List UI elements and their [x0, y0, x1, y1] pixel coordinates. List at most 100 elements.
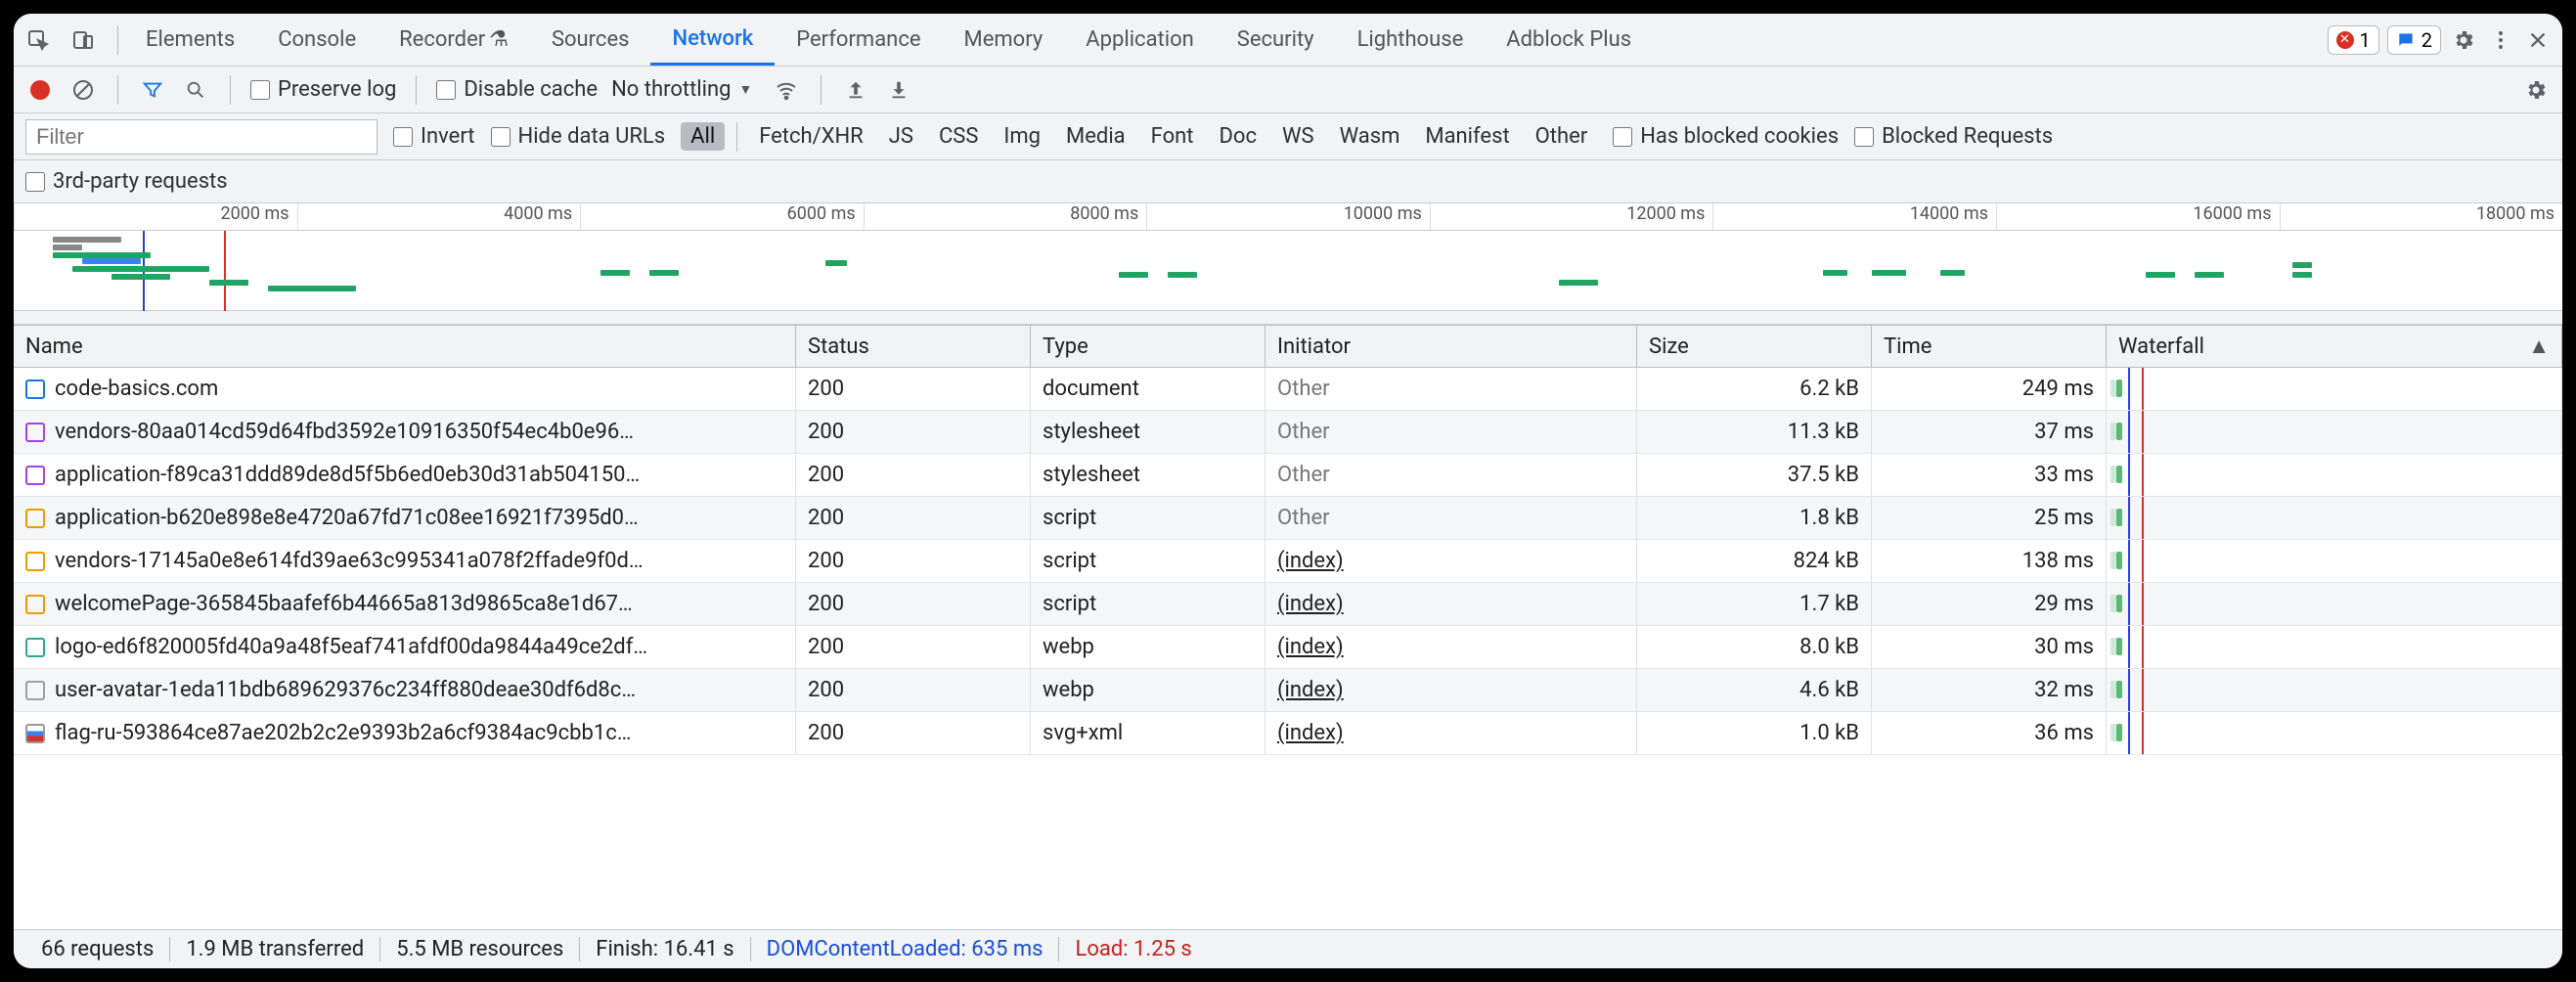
table-row[interactable]: application-b620e898e8e4720a67fd71c08ee1…	[14, 497, 2562, 540]
network-toolbar: Preserve log Disable cache No throttling…	[14, 67, 2562, 113]
third-party-checkbox[interactable]: 3rd-party requests	[25, 169, 228, 194]
tab-console[interactable]: Console	[256, 14, 378, 66]
request-initiator[interactable]: (index)	[1266, 540, 1637, 582]
request-size: 4.6 kB	[1637, 669, 1872, 711]
request-initiator: Other	[1266, 411, 1637, 453]
request-status: 200	[796, 712, 1031, 754]
tab-elements[interactable]: Elements	[124, 14, 256, 66]
clear-icon[interactable]	[68, 75, 98, 105]
request-initiator: Other	[1266, 454, 1637, 496]
status-load: Load: 1.25 s	[1059, 937, 1207, 961]
download-har-icon[interactable]	[884, 75, 913, 105]
tab-memory[interactable]: Memory	[943, 14, 1065, 66]
type-filter-js[interactable]: JS	[879, 122, 923, 151]
timeline-tick: 2000 ms	[14, 203, 297, 230]
network-conditions-icon[interactable]	[772, 75, 801, 105]
type-filter-manifest[interactable]: Manifest	[1415, 122, 1519, 151]
network-filter-bar: Invert Hide data URLs All Fetch/XHRJSCSSI…	[14, 113, 2562, 160]
request-initiator[interactable]: (index)	[1266, 626, 1637, 668]
throttling-select[interactable]: No throttling ▼	[611, 77, 758, 102]
file-icon	[25, 681, 45, 700]
col-time[interactable]: Time	[1872, 326, 2107, 367]
file-icon	[25, 724, 45, 743]
chevron-down-icon: ▼	[738, 81, 752, 98]
tab-sources[interactable]: Sources	[530, 14, 651, 66]
tab-security[interactable]: Security	[1216, 14, 1336, 66]
device-toggle-icon[interactable]	[68, 25, 98, 55]
table-row[interactable]: user-avatar-1eda11bdb689629376c234ff880d…	[14, 669, 2562, 712]
disable-cache-checkbox[interactable]: Disable cache	[436, 77, 598, 102]
type-filter-font[interactable]: Font	[1141, 122, 1204, 151]
status-resources: 5.5 MB resources	[380, 937, 580, 961]
request-initiator: Other	[1266, 368, 1637, 410]
has-blocked-cookies-checkbox[interactable]: Has blocked cookies	[1613, 124, 1839, 149]
close-icon[interactable]	[2523, 25, 2553, 55]
inspect-icon[interactable]	[23, 25, 53, 55]
col-size[interactable]: Size	[1637, 326, 1872, 367]
type-filter-other[interactable]: Other	[1526, 122, 1598, 151]
col-initiator[interactable]: Initiator	[1266, 326, 1637, 367]
request-initiator[interactable]: (index)	[1266, 712, 1637, 754]
tab-performance[interactable]: Performance	[775, 14, 942, 66]
filter-icon[interactable]	[138, 75, 167, 105]
type-filter-fetchxhr[interactable]: Fetch/XHR	[749, 122, 873, 151]
col-type[interactable]: Type	[1031, 326, 1266, 367]
type-filter-doc[interactable]: Doc	[1209, 122, 1266, 151]
request-type: script	[1031, 497, 1266, 539]
preserve-log-checkbox[interactable]: Preserve log	[250, 77, 396, 102]
table-row[interactable]: logo-ed6f820005fd40a9a48f5eaf741afdf00da…	[14, 626, 2562, 669]
timeline-overview[interactable]: 2000 ms4000 ms6000 ms8000 ms10000 ms1200…	[14, 203, 2562, 311]
filter-input[interactable]	[25, 119, 378, 155]
request-name: logo-ed6f820005fd40a9a48f5eaf741afdf00da…	[55, 635, 647, 659]
errors-badge[interactable]: ✕1	[2328, 25, 2379, 55]
table-row[interactable]: code-basics.com200documentOther6.2 kB249…	[14, 368, 2562, 411]
request-initiator[interactable]: (index)	[1266, 669, 1637, 711]
network-settings-icon[interactable]	[2521, 75, 2551, 105]
timeline-tick: 4000 ms	[297, 203, 581, 230]
request-name: user-avatar-1eda11bdb689629376c234ff880d…	[55, 678, 636, 702]
settings-icon[interactable]	[2449, 25, 2478, 55]
type-filter-ws[interactable]: WS	[1272, 122, 1324, 151]
col-name[interactable]: Name	[14, 326, 796, 367]
type-filter-all[interactable]: All	[681, 122, 725, 151]
file-icon	[25, 595, 45, 614]
request-time: 25 ms	[1872, 497, 2107, 539]
tab-network[interactable]: Network	[650, 14, 775, 66]
timeline-tick: 8000 ms	[864, 203, 1147, 230]
tab-recorder[interactable]: Recorder ⚗	[378, 14, 530, 66]
upload-har-icon[interactable]	[841, 75, 870, 105]
messages-badge[interactable]: 2	[2387, 25, 2441, 55]
file-icon	[25, 509, 45, 528]
record-button[interactable]	[25, 75, 55, 105]
request-time: 33 ms	[1872, 454, 2107, 496]
table-row[interactable]: flag-ru-593864ce87ae202b2c2e9393b2a6cf93…	[14, 712, 2562, 755]
col-waterfall[interactable]: Waterfall▲	[2107, 326, 2562, 367]
table-row[interactable]: application-f89ca31ddd89de8d5f5b6ed0eb30…	[14, 454, 2562, 497]
type-filter-img[interactable]: Img	[994, 122, 1050, 151]
table-row[interactable]: welcomePage-365845baafef6b44665a813d9865…	[14, 583, 2562, 626]
status-bar: 66 requests 1.9 MB transferred 5.5 MB re…	[14, 929, 2562, 968]
tab-lighthouse[interactable]: Lighthouse	[1336, 14, 1486, 66]
blocked-requests-checkbox[interactable]: Blocked Requests	[1854, 124, 2053, 149]
request-size: 8.0 kB	[1637, 626, 1872, 668]
hide-data-urls-checkbox[interactable]: Hide data URLs	[491, 124, 666, 149]
type-filter-wasm[interactable]: Wasm	[1330, 122, 1410, 151]
type-filter-css[interactable]: CSS	[929, 122, 988, 151]
request-type: webp	[1031, 669, 1266, 711]
tab-application[interactable]: Application	[1064, 14, 1215, 66]
search-icon[interactable]	[181, 75, 210, 105]
table-row[interactable]: vendors-80aa014cd59d64fbd3592e10916350f5…	[14, 411, 2562, 454]
invert-checkbox[interactable]: Invert	[393, 124, 475, 149]
request-name: welcomePage-365845baafef6b44665a813d9865…	[55, 592, 633, 616]
request-type: stylesheet	[1031, 454, 1266, 496]
type-filter-media[interactable]: Media	[1056, 122, 1135, 151]
col-status[interactable]: Status	[796, 326, 1031, 367]
errors-count: 1	[2360, 28, 2371, 52]
table-row[interactable]: vendors-17145a0e8e614fd39ae63c995341a078…	[14, 540, 2562, 583]
more-icon[interactable]	[2486, 25, 2515, 55]
request-time: 249 ms	[1872, 368, 2107, 410]
request-initiator[interactable]: (index)	[1266, 583, 1637, 625]
request-size: 37.5 kB	[1637, 454, 1872, 496]
tab-adblock-plus[interactable]: Adblock Plus	[1485, 14, 1653, 66]
status-dcl: DOMContentLoaded: 635 ms	[751, 937, 1060, 961]
